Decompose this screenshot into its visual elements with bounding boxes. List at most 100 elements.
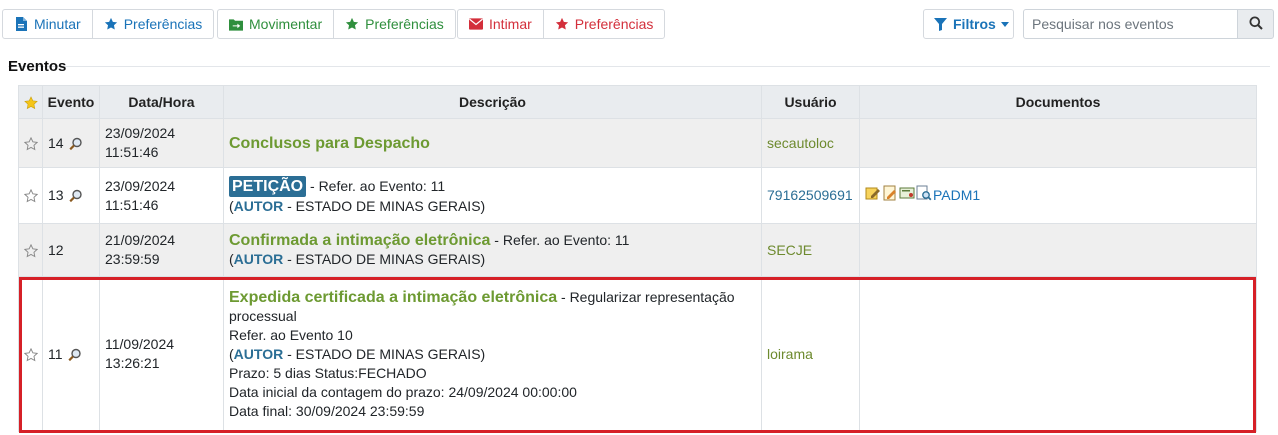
table-row: 11 11/09/2024 13:26:21 Expedida certific… <box>18 276 1257 432</box>
event-time: 11:51:46 <box>105 144 159 160</box>
star-outline-icon[interactable] <box>23 135 38 151</box>
header-star[interactable] <box>18 85 43 119</box>
party-name: - ESTADO DE MINAS GERAIS) <box>283 197 486 214</box>
event-user[interactable]: loirama <box>767 346 813 362</box>
intimar-preferences-label: Preferências <box>574 16 654 32</box>
description-cell: PETIÇÃO - Refer. ao Evento: 11 (AUTOR - … <box>223 167 762 224</box>
movimentar-preferences-button[interactable]: Preferências <box>333 9 456 39</box>
party-role: AUTOR <box>233 197 284 214</box>
search-input[interactable] <box>1023 9 1238 39</box>
magnifier-icon[interactable] <box>66 346 82 362</box>
event-reference: - Refer. ao Evento: 11 <box>490 232 630 248</box>
section-title: Eventos <box>8 58 67 75</box>
minutar-label: Minutar <box>34 16 81 32</box>
table-row: 12 21/09/2024 23:59:59 Confirmada a inti… <box>18 223 1257 277</box>
magnifier-icon[interactable] <box>67 135 83 151</box>
event-user[interactable]: 79162509691 <box>767 187 853 203</box>
user-cell: loirama <box>761 276 860 432</box>
event-number-cell: 11 <box>42 276 100 432</box>
panel-border <box>8 66 1270 67</box>
header-descricao[interactable]: Descrição <box>223 85 762 119</box>
documents-cell <box>859 223 1257 277</box>
table-header-row: Evento Data/Hora Descrição Usuário Docum… <box>18 85 1257 119</box>
filters-label: Filtros <box>953 16 996 32</box>
chevron-down-icon <box>1000 21 1009 27</box>
user-cell: 79162509691 <box>761 167 860 224</box>
event-time: 23:59:59 <box>105 251 160 267</box>
minutar-preferences-button[interactable]: Preferências <box>91 9 215 39</box>
magnifier-icon[interactable] <box>67 187 83 203</box>
document-link[interactable]: PADM1 <box>933 187 980 203</box>
view-document-icon[interactable] <box>916 185 933 206</box>
star-outline-icon[interactable] <box>23 242 38 258</box>
party-role: AUTOR <box>233 251 284 267</box>
filters-dropdown-button[interactable]: Filtros <box>923 9 1014 39</box>
intimar-preferences-button[interactable]: Preferências <box>542 9 666 39</box>
documents-cell <box>859 118 1257 168</box>
event-number-cell: 12 <box>42 223 100 277</box>
movimentar-preferences-label: Preferências <box>365 16 444 32</box>
event-number: 13 <box>48 187 64 203</box>
star-outline-icon[interactable] <box>23 346 38 362</box>
row-star-cell[interactable] <box>18 223 43 277</box>
star-filled-icon <box>23 94 38 110</box>
party-role: AUTOR <box>233 345 284 362</box>
star-icon <box>555 17 569 31</box>
description-cell: Confirmada a intimação eletrônica - Refe… <box>223 223 762 277</box>
table-row: 13 23/09/2024 11:51:46 PETIÇÃO - Refer. … <box>18 167 1257 224</box>
party-name: - ESTADO DE MINAS GERAIS) <box>283 251 486 267</box>
document-actions <box>865 185 933 206</box>
filter-icon <box>934 17 947 31</box>
event-date: 23/09/2024 <box>105 125 176 141</box>
edit-document-icon[interactable] <box>882 185 899 206</box>
user-cell: secautoloc <box>761 118 860 168</box>
movimentar-button[interactable]: Movimentar <box>217 9 335 39</box>
row-star-cell[interactable] <box>18 276 43 432</box>
search-button[interactable] <box>1237 9 1274 39</box>
header-evento[interactable]: Evento <box>42 85 100 119</box>
header-data-hora[interactable]: Data/Hora <box>99 85 224 119</box>
datetime-cell: 23/09/2024 11:51:46 <box>99 167 224 224</box>
row-star-cell[interactable] <box>18 118 43 168</box>
event-number: 14 <box>48 134 64 151</box>
header-documentos[interactable]: Documentos <box>859 85 1257 119</box>
star-icon <box>345 17 359 31</box>
toolbar: Minutar Preferências Movimentar Preferên… <box>0 0 1278 48</box>
documents-cell <box>859 276 1257 432</box>
table-row: 14 23/09/2024 11:51:46 Conclusos para De… <box>18 118 1257 168</box>
deadline-end: Data final: 30/09/2024 23:59:59 <box>229 402 425 419</box>
row-star-cell[interactable] <box>18 167 43 224</box>
envelope-icon <box>469 17 483 31</box>
intimar-label: Intimar <box>489 16 532 32</box>
deadline-status: Prazo: 5 dias Status:FECHADO <box>229 364 427 381</box>
search-icon <box>1249 16 1263 33</box>
petition-badge[interactable]: PETIÇÃO <box>229 175 307 197</box>
event-reference: - Refer. ao Evento: 11 <box>306 177 446 194</box>
certificate-icon[interactable] <box>899 185 916 206</box>
intimar-button[interactable]: Intimar <box>457 9 544 39</box>
event-title[interactable]: Expedida certificada a intimação eletrôn… <box>229 289 557 306</box>
minutar-group: Minutar Preferências <box>2 9 215 39</box>
deadline-start: Data inicial da contagem do prazo: 24/09… <box>229 383 577 400</box>
event-date: 23/09/2024 <box>105 177 176 194</box>
event-number-cell: 14 <box>42 118 100 168</box>
folder-move-icon <box>229 17 243 31</box>
events-table: Evento Data/Hora Descrição Usuário Docum… <box>18 85 1257 432</box>
movimentar-label: Movimentar <box>249 16 323 32</box>
edit-note-icon[interactable] <box>865 185 882 206</box>
minutar-preferences-label: Preferências <box>123 16 203 32</box>
star-outline-icon[interactable] <box>23 187 38 203</box>
description-cell: Conclusos para Despacho <box>223 118 762 168</box>
minutar-button[interactable]: Minutar <box>2 9 93 39</box>
movimentar-group: Movimentar Preferências <box>217 9 456 39</box>
event-user[interactable]: secautoloc <box>767 135 834 151</box>
event-number: 11 <box>48 345 63 362</box>
event-user[interactable]: SECJE <box>767 242 812 258</box>
event-time: 11:51:46 <box>105 196 159 213</box>
datetime-cell: 23/09/2024 11:51:46 <box>99 118 224 168</box>
event-title[interactable]: Conclusos para Despacho <box>229 135 430 152</box>
event-time: 13:26:21 <box>105 355 160 371</box>
event-title[interactable]: Confirmada a intimação eletrônica <box>229 232 490 249</box>
datetime-cell: 11/09/2024 13:26:21 <box>99 276 224 432</box>
header-usuario[interactable]: Usuário <box>761 85 860 119</box>
